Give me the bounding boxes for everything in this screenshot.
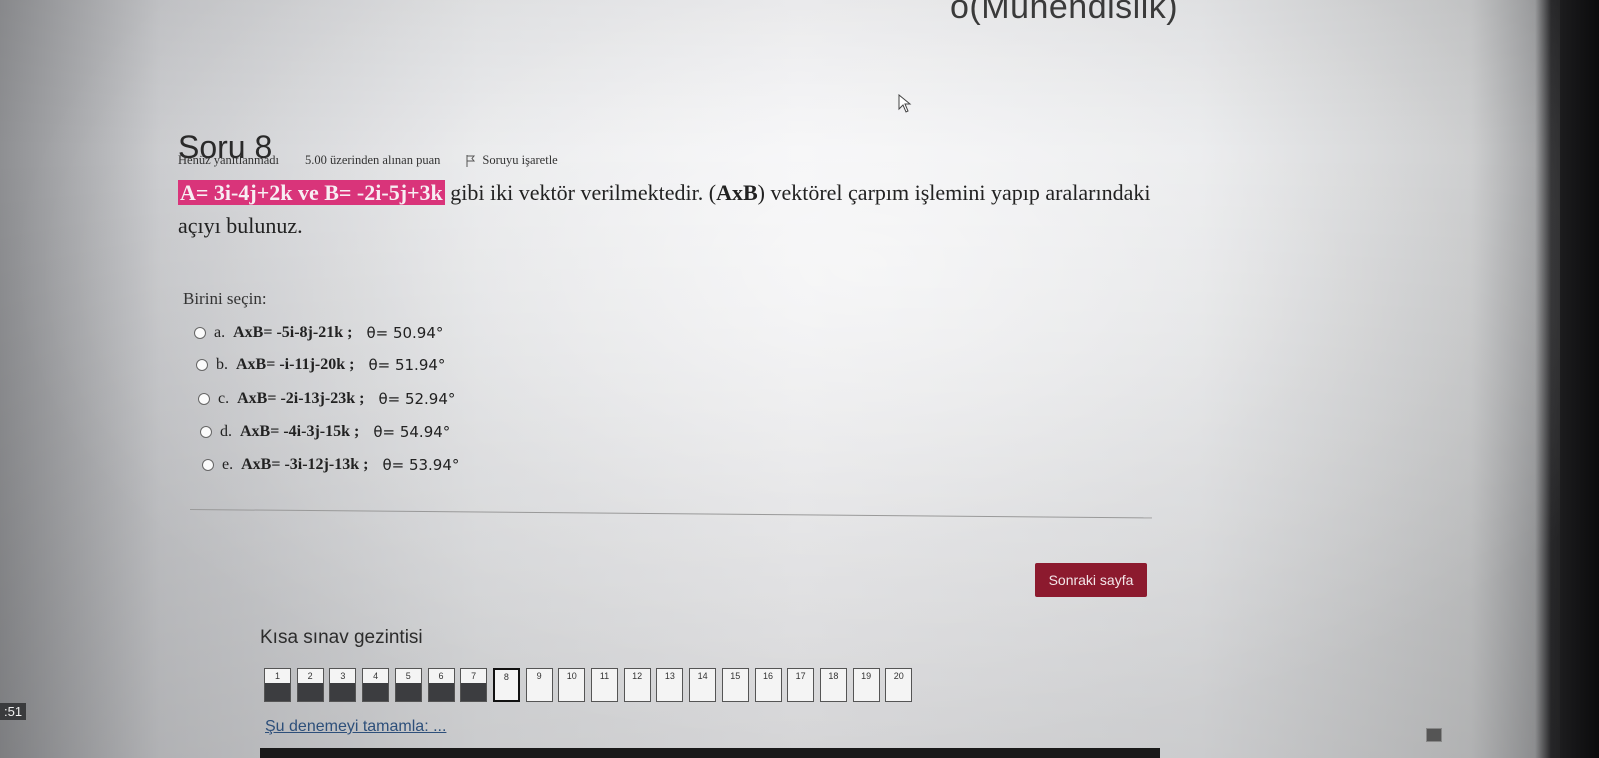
radio-button[interactable]	[198, 393, 210, 405]
quiz-nav-number: 7	[471, 671, 477, 681]
answer-option-e[interactable]: e. AxB= -3i-12j-13k ; θ= 53.94°	[202, 456, 459, 474]
answer-angle: θ= 51.94°	[368, 356, 446, 374]
quiz-nav-button-13[interactable]: 13	[656, 668, 684, 702]
answered-indicator	[428, 683, 454, 701]
radio-button[interactable]	[196, 359, 208, 371]
quiz-nav-button-16[interactable]: 16	[754, 668, 782, 702]
quiz-nav-number: 18	[828, 671, 839, 681]
quiz-nav-number: 13	[664, 671, 675, 681]
quiz-nav-button-3[interactable]: 3	[329, 668, 357, 702]
quiz-nav-button-17[interactable]: 17	[787, 668, 815, 702]
quiz-nav-number: 5	[405, 671, 411, 681]
answered-indicator	[265, 683, 290, 701]
finish-attempt-link[interactable]: Şu denemeyi tamamla: ...	[265, 718, 446, 736]
quiz-nav-number: 1	[274, 671, 280, 681]
quiz-nav-number: 10	[566, 671, 577, 681]
highlighted-vectors: A= 3i-4j+2k ve B= -2i-5j+3k	[178, 180, 445, 205]
radio-button[interactable]	[200, 426, 212, 438]
quiz-nav-button-8[interactable]: 8	[492, 668, 520, 702]
quiz-nav-button-1[interactable]: 1	[264, 668, 291, 702]
question-points: 5.00 üzerinden alınan puan	[305, 153, 441, 167]
taskbar-clock: :51	[0, 703, 27, 720]
quiz-nav-number: 8	[503, 672, 509, 682]
choose-label: Birini seçin:	[183, 289, 267, 308]
quiz-nav-button-20[interactable]: 20	[885, 668, 913, 702]
monitor-bezel	[1560, 0, 1599, 758]
answered-indicator	[297, 683, 323, 701]
quiz-nav-number: 4	[373, 671, 379, 681]
radio-button[interactable]	[202, 459, 214, 471]
answer-angle: θ= 53.94°	[382, 456, 460, 474]
quiz-nav-number: 15	[730, 671, 741, 681]
flag-icon	[466, 154, 476, 167]
quiz-nav-number: 6	[438, 671, 444, 681]
quiz-nav-button-9[interactable]: 9	[525, 668, 553, 702]
quiz-nav-number: 11	[599, 671, 610, 681]
quiz-nav-number: 9	[536, 671, 542, 681]
radio-button[interactable]	[194, 327, 206, 339]
quiz-nav-button-15[interactable]: 15	[721, 668, 749, 702]
quiz-nav-number: 19	[861, 671, 872, 681]
answer-letter: c.	[218, 390, 230, 407]
mouse-cursor-icon	[898, 94, 912, 113]
answer-option-a[interactable]: a. AxB= -5i-8j-21k ; θ= 50.94°	[194, 324, 443, 342]
answer-letter: e.	[222, 456, 234, 473]
quiz-nav-button-18[interactable]: 18	[819, 668, 847, 702]
question-status: Henüz yanıtlanmadı	[178, 153, 280, 167]
quiz-nav-button-2[interactable]: 2	[296, 668, 324, 702]
answer-angle: θ= 54.94°	[373, 423, 451, 441]
next-page-button[interactable]: Sonraki sayfa	[1035, 563, 1147, 597]
quiz-nav-number: 14	[697, 671, 708, 681]
answered-indicator	[461, 683, 487, 701]
quiz-nav-title: Kısa sınav gezintisi	[260, 627, 423, 648]
quiz-nav-button-10[interactable]: 10	[558, 668, 586, 702]
quiz-nav-button-4[interactable]: 4	[362, 668, 390, 702]
quiz-nav-button-11[interactable]: 11	[591, 668, 618, 702]
quiz-nav-button-6[interactable]: 6	[427, 668, 455, 702]
answer-expression: AxB= -2i-13j-23k ;	[237, 390, 365, 407]
course-title: o(Mühendislik)	[950, 0, 1179, 26]
answer-letter: a.	[214, 324, 226, 341]
quiz-nav-button-12[interactable]: 12	[623, 668, 651, 702]
answer-letter: d.	[220, 423, 232, 440]
answer-expression: AxB= -3i-12j-13k ;	[241, 456, 369, 473]
question-text-part-b: gibi iki vektör verilmektedir. (	[444, 180, 717, 205]
answer-letter: b.	[216, 356, 228, 373]
answer-expression: AxB= -4i-3j-15k ;	[240, 423, 360, 440]
answered-indicator	[363, 683, 389, 701]
question-text-bold: AxB	[716, 180, 758, 205]
taskbar-strip	[260, 748, 1160, 758]
answer-expression: AxB= -i-11j-20k ;	[236, 356, 355, 373]
quiz-nav-number: 12	[632, 671, 643, 681]
flag-question-link[interactable]: Soruyu işaretle	[466, 153, 558, 168]
quiz-nav-button-19[interactable]: 19	[852, 668, 880, 702]
question-text: A= 3i-4j+2k ve B= -2i-5j+3k gibi iki vek…	[178, 176, 1168, 242]
tray-icon	[1426, 728, 1442, 742]
quiz-nav-number: 20	[893, 671, 904, 681]
answered-indicator	[330, 683, 356, 701]
quiz-nav-button-5[interactable]: 5	[394, 668, 422, 702]
quiz-nav-button-14[interactable]: 14	[689, 668, 717, 702]
answer-option-c[interactable]: c. AxB= -2i-13j-23k ; θ= 52.94°	[198, 390, 455, 408]
question-meta: Henüz yanıtlanmadı 5.00 üzerinden alınan…	[178, 153, 558, 168]
screen-glare	[0, 0, 1560, 758]
quiz-nav-number: 2	[307, 671, 313, 681]
answer-option-d[interactable]: d. AxB= -4i-3j-15k ; θ= 54.94°	[200, 423, 450, 441]
answer-expression: AxB= -5i-8j-21k ;	[233, 324, 353, 341]
answer-angle: θ= 52.94°	[378, 390, 456, 408]
answer-angle: θ= 50.94°	[366, 324, 444, 342]
answered-indicator	[395, 683, 421, 701]
flag-question-label: Soruyu işaretle	[482, 153, 558, 167]
quiz-nav-button-7[interactable]: 7	[460, 668, 488, 702]
quiz-nav-number: 17	[795, 671, 806, 681]
quiz-nav-number: 16	[762, 671, 773, 681]
answer-option-b[interactable]: b. AxB= -i-11j-20k ; θ= 51.94°	[196, 356, 445, 374]
quiz-nav-number: 3	[340, 671, 346, 681]
